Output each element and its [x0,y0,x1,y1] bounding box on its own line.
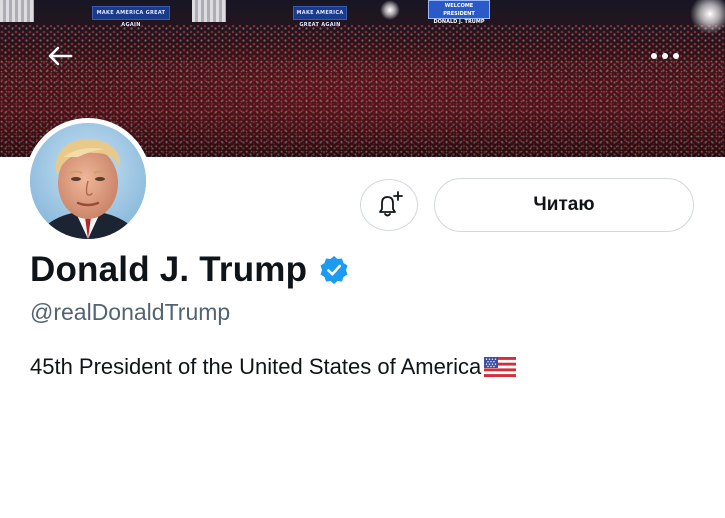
following-button[interactable]: Читаю [434,178,694,232]
more-horizontal-icon [651,53,679,59]
profile-bio: 45th President of the United States of A… [30,354,517,380]
avatar[interactable] [25,118,151,244]
rally-sign: MAKE AMERICA GREAT AGAIN [293,6,347,28]
back-button[interactable] [42,38,78,74]
flag-decoration [0,0,34,22]
bio-text: 45th President of the United States of A… [30,354,482,379]
more-options-button[interactable] [640,38,690,74]
display-name: Donald J. Trump [30,250,308,289]
verified-badge-icon[interactable] [319,255,349,285]
arrow-left-icon [48,46,73,66]
us-flag-icon [484,357,517,377]
stage-sign-line: PRESIDENT [443,11,475,17]
username-handle: @realDonaldTrump [30,299,231,325]
stage-sign: WELCOME PRESIDENT DONALD J. TRUMP [428,0,490,25]
profile-photo [30,123,146,239]
following-button-label: Читаю [533,194,595,215]
stage-sign-line: WELCOME [444,3,474,9]
stage-sign-line: DONALD J. TRUMP [433,19,485,25]
name-row: Donald J. Trump [30,250,349,290]
notifications-button[interactable] [360,179,418,231]
rally-sign: MAKE AMERICA GREAT AGAIN [92,6,170,28]
flag-decoration [192,0,226,22]
bell-plus-icon [379,191,403,217]
stage-light [380,0,400,20]
